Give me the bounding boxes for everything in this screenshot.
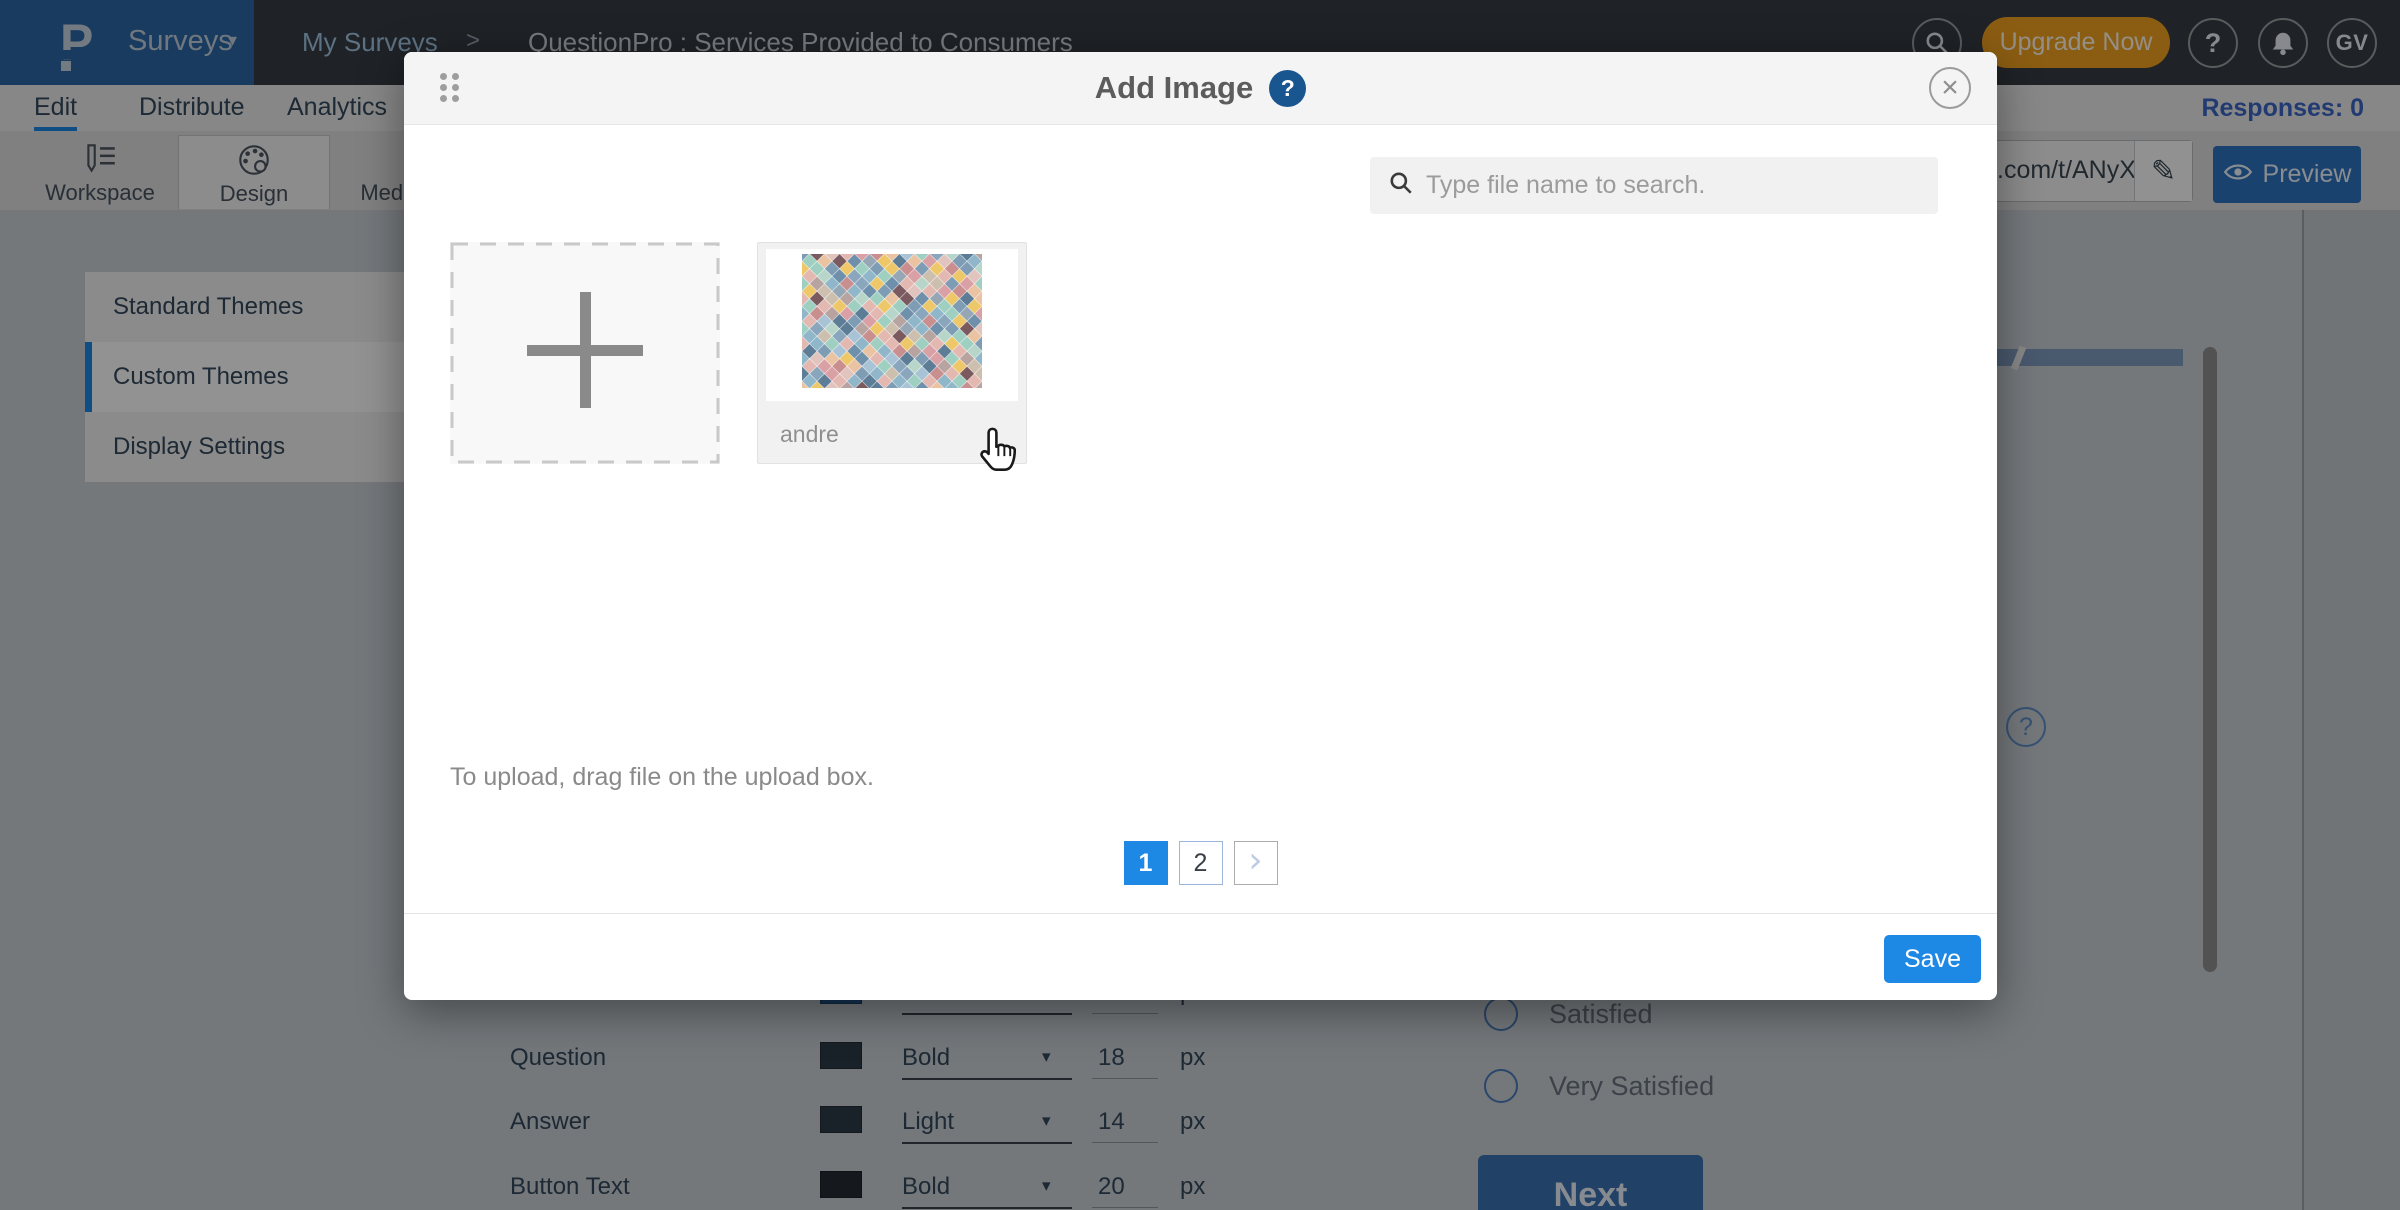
search-icon xyxy=(1388,170,1414,201)
modal-footer: Save xyxy=(404,913,1997,1000)
modal-help-icon[interactable]: ? xyxy=(1269,70,1306,107)
image-frame xyxy=(766,249,1018,401)
upload-drop-box[interactable] xyxy=(450,242,720,464)
page-button-2[interactable]: 2 xyxy=(1179,841,1223,885)
search-input[interactable] xyxy=(1426,171,1938,200)
mosaic-thumbnail-image xyxy=(802,254,982,388)
drag-handle-icon[interactable] xyxy=(440,73,459,102)
image-name-label: andre xyxy=(780,421,839,448)
app-screen: P Surveys ▾ My Surveys > QuestionPro : S… xyxy=(0,0,2400,1210)
add-image-modal: Add Image ? × andre To upload, drag file… xyxy=(404,52,1997,1000)
save-button[interactable]: Save xyxy=(1884,935,1981,983)
page-button-1[interactable]: 1 xyxy=(1124,841,1168,885)
file-search-box xyxy=(1370,157,1938,214)
modal-header: Add Image ? xyxy=(404,52,1997,125)
close-icon[interactable]: × xyxy=(1929,67,1971,109)
upload-hint-text: To upload, drag file on the upload box. xyxy=(450,763,874,792)
next-page-chevron-icon[interactable]: › xyxy=(1234,841,1278,885)
image-card-andre[interactable]: andre xyxy=(757,242,1027,464)
modal-title: Add Image xyxy=(1095,70,1253,106)
pagination: 1 2 › xyxy=(404,841,1997,885)
